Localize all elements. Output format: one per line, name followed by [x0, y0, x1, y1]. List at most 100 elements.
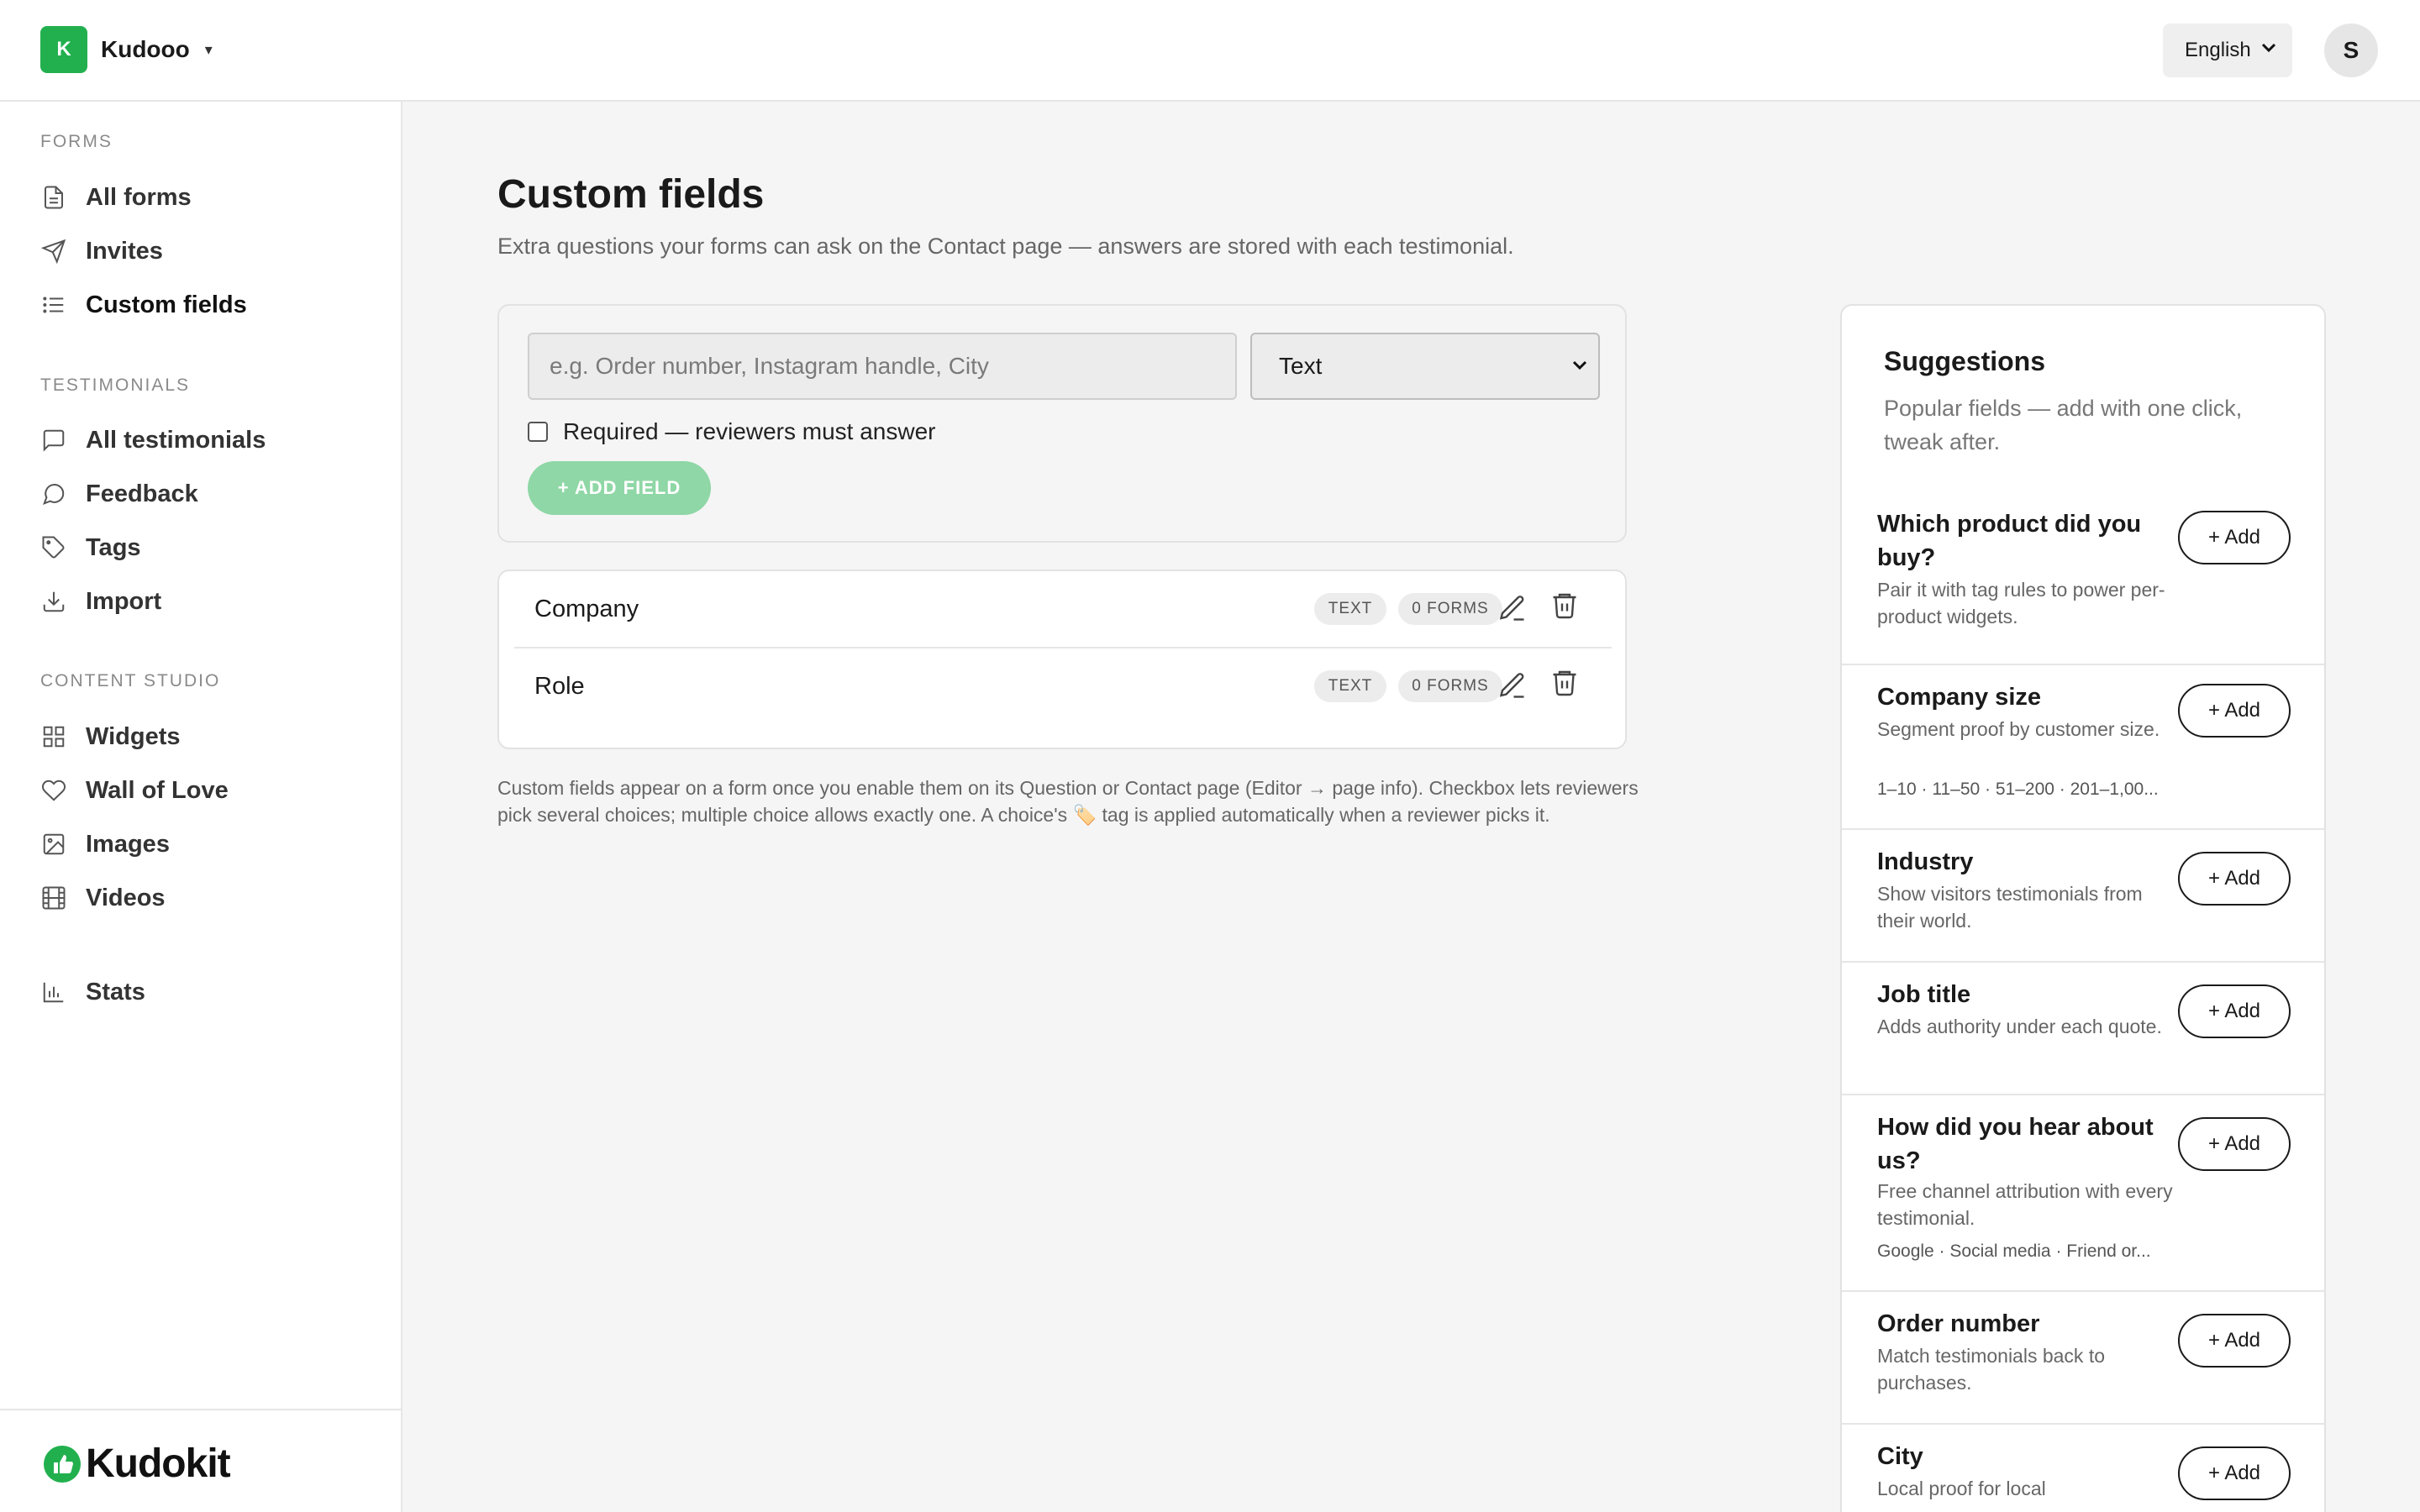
sidebar-item-custom-fields[interactable]: Custom fields	[40, 283, 376, 327]
sidebar-item-label: Wall of Love	[86, 776, 229, 804]
chevron-down-icon	[2261, 43, 2276, 53]
thumbs-up-icon	[44, 1445, 81, 1483]
suggestion-item: Which product did you buy? Pair it with …	[1842, 499, 2324, 632]
suggestion-add-button[interactable]: + Add	[2178, 1446, 2291, 1500]
edit-icon[interactable]	[1497, 593, 1528, 623]
field-forms-badge: 0 FORMS	[1398, 593, 1502, 625]
sidebar-item-label: Feedback	[86, 480, 198, 507]
page-title: Custom fields	[497, 172, 765, 217]
suggestion-add-button[interactable]: + Add	[2178, 984, 2291, 1038]
chevron-down-icon	[1572, 360, 1587, 370]
top-bar: K Kudooo ▾ English S	[0, 0, 2420, 102]
sidebar-section-testimonials: TESTIMONIALS	[40, 375, 191, 395]
suggestion-title: Order number	[1877, 1310, 2040, 1337]
edit-icon[interactable]	[1497, 670, 1528, 701]
brand-logo[interactable]: Kudokit	[42, 1441, 231, 1487]
download-icon	[40, 588, 67, 615]
page-subtitle: Extra questions your forms can ask on th…	[497, 234, 1514, 259]
suggestions-panel: Suggestions Popular fields — add with on…	[1840, 304, 2326, 1512]
sidebar-item-label: Invites	[86, 237, 163, 265]
help-note: Custom fields appear on a form once you …	[497, 777, 1639, 826]
sidebar-item-invites[interactable]: Invites	[40, 229, 376, 273]
trash-icon[interactable]	[1549, 667, 1580, 697]
bar-chart-icon	[40, 979, 67, 1005]
list-icon	[40, 291, 67, 318]
sidebar-item-label: Images	[86, 830, 170, 858]
file-icon	[40, 184, 67, 211]
sidebar-item-label: All forms	[86, 183, 192, 211]
suggestion-add-button[interactable]: + Add	[2178, 511, 2291, 564]
sidebar-item-widgets[interactable]: Widgets	[40, 715, 376, 759]
required-label[interactable]: Required — reviewers must answer	[563, 418, 936, 445]
sidebar-item-tags[interactable]: Tags	[40, 526, 376, 570]
sidebar-item-images[interactable]: Images	[40, 822, 376, 866]
suggestion-desc: Local proof for local	[1877, 1478, 2046, 1499]
suggestion-add-button[interactable]: + Add	[2178, 852, 2291, 906]
heart-icon	[40, 777, 67, 804]
sidebar-item-label: Import	[86, 587, 162, 615]
suggestion-title: Job title	[1877, 981, 1971, 1008]
sidebar-item-all-testimonials[interactable]: All testimonials	[40, 418, 376, 462]
sidebar-item-label: Tags	[86, 533, 141, 561]
suggestion-desc: Segment proof by customer size.	[1877, 718, 2160, 740]
sidebar-item-label: Widgets	[86, 722, 181, 750]
sidebar-section-forms: FORMS	[40, 132, 113, 151]
field-type-badge: TEXT	[1314, 593, 1386, 625]
suggestion-title: Which product did you buy?	[1877, 511, 2142, 571]
sidebar-item-stats[interactable]: Stats	[40, 970, 376, 1014]
suggestion-title: How did you hear about us?	[1877, 1114, 2154, 1174]
sidebar-item-wall-of-love[interactable]: Wall of Love	[40, 769, 376, 812]
workspace-switcher[interactable]: K Kudooo ▾	[40, 26, 213, 73]
suggestions-title: Suggestions	[1884, 346, 2046, 376]
suggestion-add-button[interactable]: + Add	[2178, 1314, 2291, 1368]
language-select[interactable]: English	[2163, 24, 2292, 77]
required-checkbox[interactable]	[528, 422, 548, 442]
sidebar-section-content-studio: CONTENT STUDIO	[40, 671, 221, 690]
suggestion-title: Company size	[1877, 684, 2041, 711]
field-forms-badge: 0 FORMS	[1398, 670, 1502, 702]
send-icon	[40, 238, 67, 265]
suggestion-desc: Adds authority under each quote.	[1877, 1016, 2162, 1037]
suggestion-item: How did you hear about us? Free channel …	[1842, 1094, 2324, 1290]
message-circle-icon	[40, 480, 67, 507]
sidebar: FORMS All forms Invites Custom fields TE…	[0, 102, 402, 1512]
field-name: Company	[534, 596, 639, 622]
sidebar-item-videos[interactable]: Videos	[40, 876, 376, 920]
suggestion-options: Google · Social media · Friend or...	[1877, 1242, 2151, 1261]
suggestion-item: City Local proof for local + Add	[1842, 1423, 2324, 1512]
sidebar-item-label: All testimonials	[86, 426, 266, 454]
sidebar-item-all-forms[interactable]: All forms	[40, 176, 376, 219]
suggestion-item: Order number Match testimonials back to …	[1842, 1290, 2324, 1423]
suggestion-item: Job title Adds authority under each quot…	[1842, 961, 2324, 1094]
field-type-value: Text	[1279, 353, 1323, 379]
field-name-input[interactable]	[528, 333, 1237, 400]
language-value: English	[2185, 39, 2251, 61]
field-row: Role TEXT 0 FORMS	[514, 647, 1612, 722]
workspace-logo: K	[40, 26, 87, 73]
grid-icon	[40, 723, 67, 750]
add-field-button[interactable]: + ADD FIELD	[528, 461, 711, 515]
suggestion-title: City	[1877, 1443, 1923, 1470]
field-type-badge: TEXT	[1314, 670, 1386, 702]
field-name: Role	[534, 673, 585, 700]
workspace-name: Kudooo	[101, 36, 190, 62]
sidebar-item-label: Videos	[86, 884, 166, 911]
suggestion-add-button[interactable]: + Add	[2178, 684, 2291, 738]
film-icon	[40, 885, 67, 911]
add-field-card: Text Required — reviewers must answer + …	[497, 304, 1627, 543]
user-avatar[interactable]: S	[2324, 24, 2378, 77]
suggestion-add-button[interactable]: + Add	[2178, 1117, 2291, 1171]
suggestion-options: 1–10 · 11–50 · 51–200 · 201–1,00...	[1877, 780, 2159, 799]
sidebar-footer: Kudokit	[0, 1409, 401, 1512]
suggestion-desc: Free channel attribution with every test…	[1877, 1180, 2173, 1229]
sidebar-item-import[interactable]: Import	[40, 580, 376, 623]
brand-name: Kudokit	[86, 1441, 231, 1486]
field-type-select[interactable]: Text	[1250, 333, 1600, 400]
suggestion-desc: Show visitors testimonials from their wo…	[1877, 883, 2143, 932]
message-square-icon	[40, 427, 67, 454]
sidebar-item-label: Custom fields	[86, 291, 247, 318]
sidebar-item-feedback[interactable]: Feedback	[40, 472, 376, 516]
suggestion-desc: Match testimonials back to purchases.	[1877, 1345, 2106, 1394]
trash-icon[interactable]	[1549, 590, 1580, 620]
required-row: Required — reviewers must answer	[528, 418, 936, 445]
